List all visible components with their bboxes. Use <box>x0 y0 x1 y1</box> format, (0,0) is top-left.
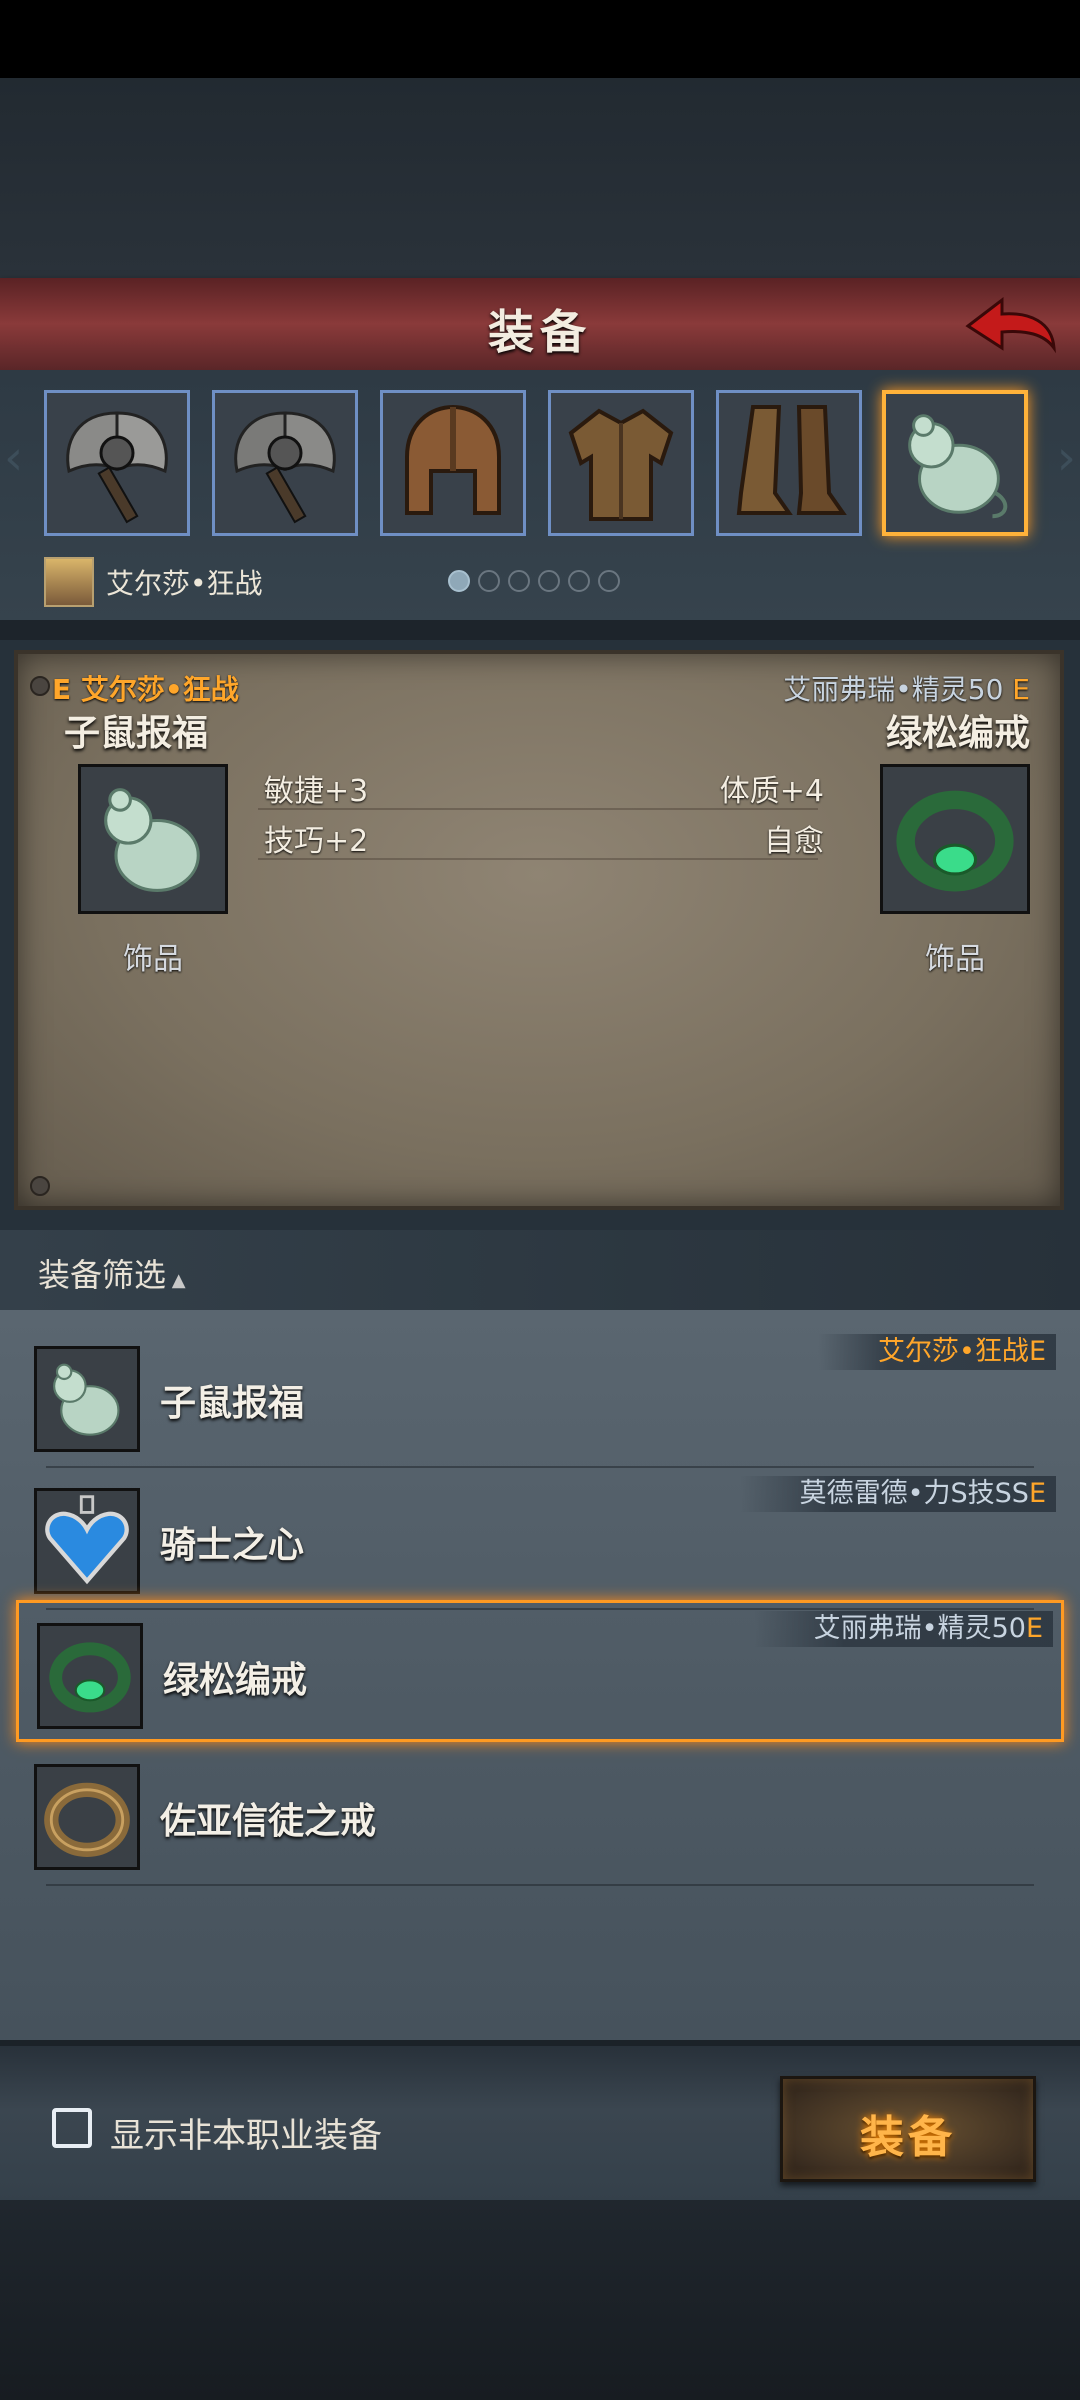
page-dot[interactable] <box>538 570 560 592</box>
left-item-name: 子鼠报福 <box>64 713 209 754</box>
right-stat-1: 体质+4 <box>719 774 824 809</box>
blue-heart-pendant-icon <box>37 1491 137 1591</box>
right-item-icon <box>880 764 1030 914</box>
item-icon <box>34 1764 140 1870</box>
item-owner-tag: 艾尔莎•狂战E <box>818 1334 1056 1370</box>
prev-arrow-icon[interactable]: ‹ <box>4 430 23 486</box>
pin-icon <box>30 676 50 696</box>
right-owner-rank: E <box>1012 673 1030 706</box>
title-bar: 装备 <box>0 278 1080 373</box>
axe-icon <box>47 393 187 533</box>
item-name: 佐亚信徒之戒 <box>160 1801 377 1842</box>
jade-mouse-icon <box>37 1349 137 1449</box>
bottom-bar: 显示非本职业装备 装备 <box>0 2040 1080 2206</box>
right-owner: 艾丽弗瑞•精灵50 E <box>783 668 1030 708</box>
slot-helmet[interactable] <box>380 390 526 536</box>
back-button[interactable] <box>960 292 1060 362</box>
item-icon <box>37 1623 143 1729</box>
jade-mouse-icon <box>81 767 225 911</box>
left-owner-rank: E <box>52 673 72 706</box>
item-owner-tag: 莫德雷德•力S技SSE <box>739 1476 1056 1512</box>
list-item-selected[interactable]: 艾丽弗瑞•精灵50E 绿松编戒 <box>16 1600 1064 1742</box>
left-stat-2: 技巧+2 <box>264 824 369 859</box>
item-list: 艾尔莎•狂战E 子鼠报福 莫德雷德•力S技SSE 骑士之心 艾丽弗瑞•精灵50E <box>0 1310 1080 2040</box>
background-top <box>0 78 1080 278</box>
divider <box>0 620 1080 640</box>
right-item-name: 绿松编戒 <box>885 713 1030 754</box>
right-item-type: 饰品 <box>925 942 985 977</box>
slot-accessory[interactable] <box>882 390 1028 536</box>
boots-icon <box>719 393 859 533</box>
left-item-type: 饰品 <box>123 942 183 977</box>
slot-armor[interactable] <box>548 390 694 536</box>
item-name: 子鼠报福 <box>160 1383 305 1424</box>
item-name: 绿松编戒 <box>163 1660 308 1701</box>
item-name: 骑士之心 <box>160 1525 305 1566</box>
character-info: 艾尔莎•狂战 <box>44 557 263 607</box>
green-ring-icon <box>883 767 1027 911</box>
left-item-icon <box>78 764 228 914</box>
left-stat-1: 敏捷+3 <box>264 774 369 809</box>
page-title: 装备 <box>488 305 592 359</box>
list-item[interactable]: 莫德雷德•力S技SSE 骑士之心 <box>16 1468 1064 1610</box>
equipment-slots-row: ‹ › 艾尔莎•狂战 <box>0 370 1080 620</box>
next-arrow-icon[interactable]: › <box>1057 430 1076 486</box>
item-icon <box>34 1488 140 1594</box>
left-owner-name: 艾尔莎•狂战 <box>80 673 239 706</box>
list-item[interactable]: 艾尔莎•狂战E 子鼠报福 <box>16 1326 1064 1468</box>
comparison-panel: E 艾尔莎•狂战 艾丽弗瑞•精灵50 E 子鼠报福 绿松编戒 饰品 饰品 敏捷+… <box>0 640 1080 1230</box>
caret-up-icon: ▲ <box>166 1270 186 1291</box>
page-dot[interactable] <box>478 570 500 592</box>
filter-toggle[interactable]: 装备筛选 ▲ <box>38 1250 186 1296</box>
right-stat-2: 自愈 <box>764 824 824 859</box>
filter-label: 装备筛选 <box>38 1256 167 1294</box>
page-dot[interactable] <box>448 570 470 592</box>
item-icon <box>34 1346 140 1452</box>
bronze-ring-icon <box>37 1767 137 1867</box>
stat-divider <box>258 858 818 860</box>
show-other-class-checkbox[interactable] <box>52 2108 92 2148</box>
status-bar <box>0 0 1080 78</box>
axe-icon <box>215 393 355 533</box>
green-ring-icon <box>40 1626 140 1726</box>
helmet-icon <box>383 393 523 533</box>
background-bottom <box>0 2200 1080 2400</box>
list-item[interactable]: 佐亚信徒之戒 <box>16 1744 1064 1886</box>
page-indicator <box>448 570 620 592</box>
right-owner-name: 艾丽弗瑞•精灵50 <box>783 673 1004 706</box>
jade-mouse-icon <box>886 394 1024 532</box>
page-dot[interactable] <box>568 570 590 592</box>
avatar <box>44 557 94 607</box>
armor-icon <box>551 393 691 533</box>
parchment: E 艾尔莎•狂战 艾丽弗瑞•精灵50 E 子鼠报福 绿松编戒 饰品 饰品 敏捷+… <box>14 650 1064 1210</box>
character-name: 艾尔莎•狂战 <box>106 567 263 600</box>
checkbox-label: 显示非本职业装备 <box>110 2116 382 2156</box>
page-dot[interactable] <box>508 570 530 592</box>
equip-button[interactable]: 装备 <box>780 2076 1036 2182</box>
item-owner-tag: 艾丽弗瑞•精灵50E <box>753 1611 1053 1647</box>
pin-icon <box>30 1176 50 1196</box>
slot-boots[interactable] <box>716 390 862 536</box>
stat-divider <box>258 808 818 810</box>
left-owner: E 艾尔莎•狂战 <box>52 668 239 708</box>
equip-button-label: 装备 <box>860 2112 956 2163</box>
back-arrow-icon <box>965 296 1056 354</box>
slot-weapon-off[interactable] <box>212 390 358 536</box>
page-dot[interactable] <box>598 570 620 592</box>
row-divider <box>46 1884 1034 1886</box>
filter-bar: 装备筛选 ▲ <box>0 1230 1080 1310</box>
slot-weapon-main[interactable] <box>44 390 190 536</box>
